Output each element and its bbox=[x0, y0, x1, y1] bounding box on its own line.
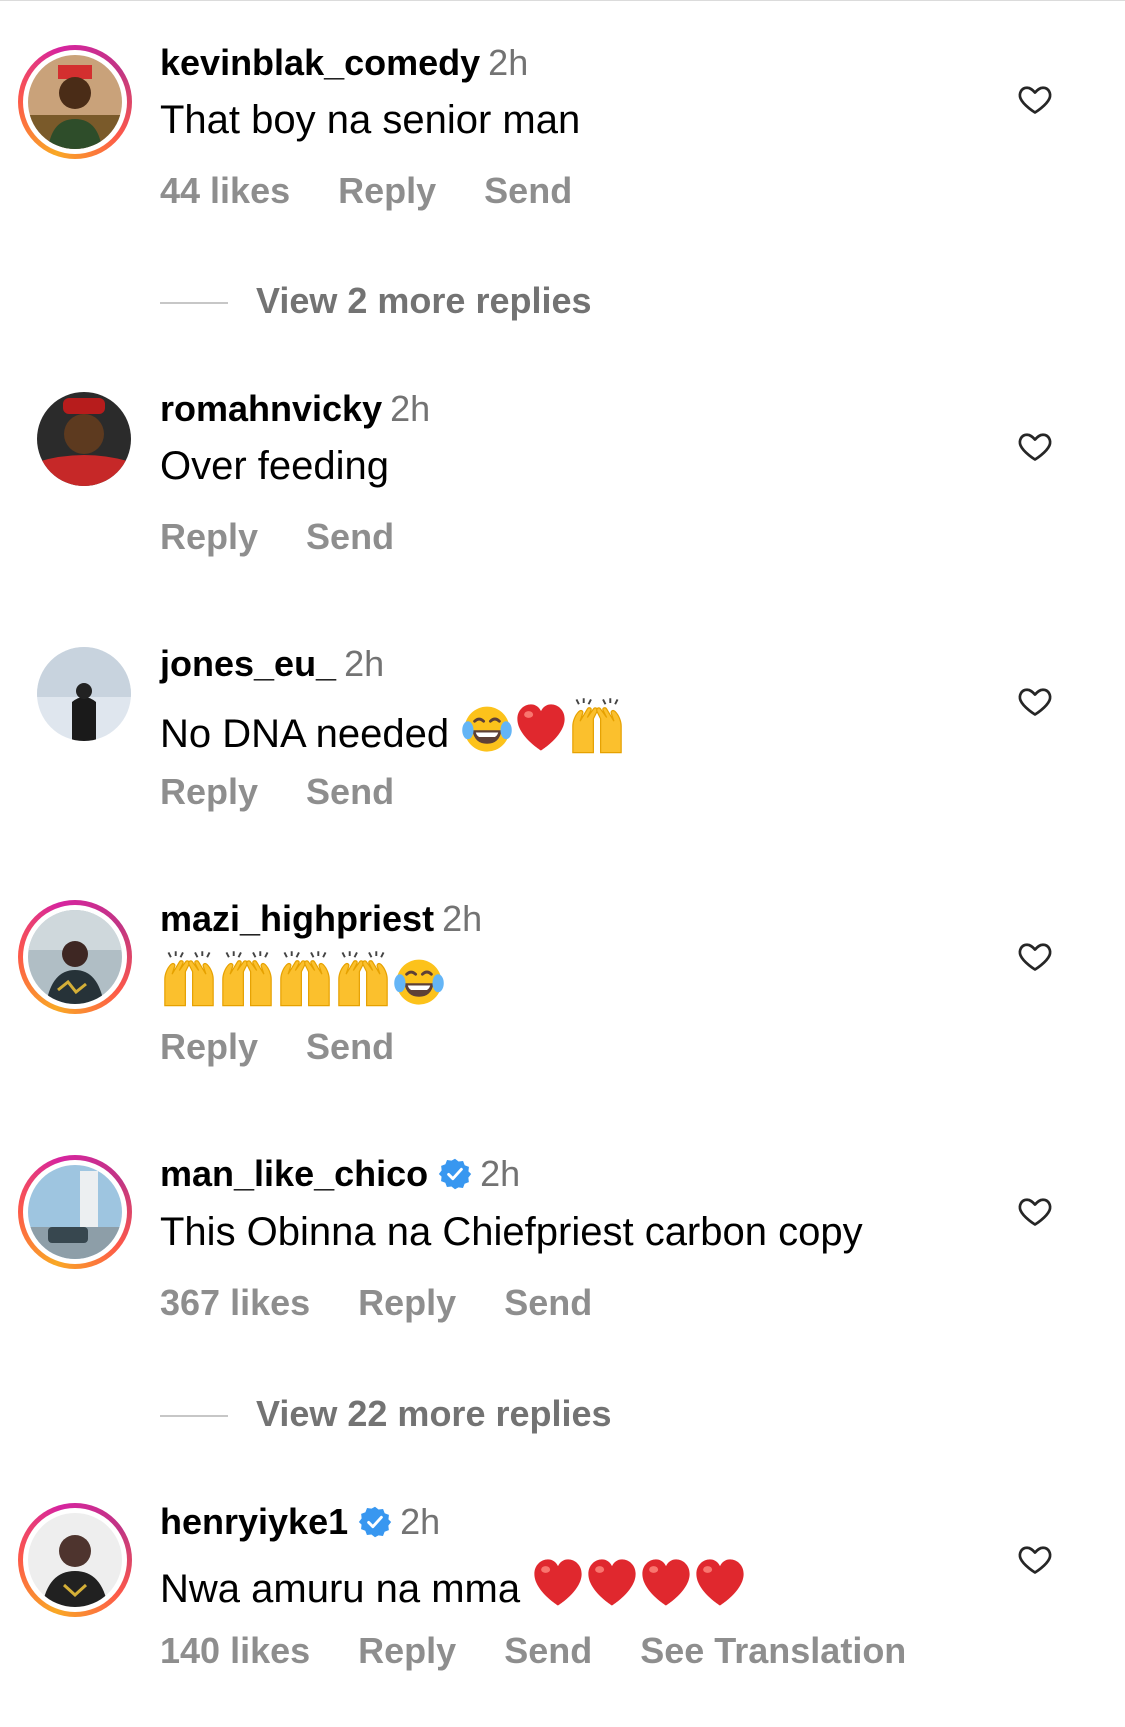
raised-hands-emoji-icon bbox=[334, 950, 392, 1008]
avatar[interactable] bbox=[18, 900, 132, 1014]
heart-icon[interactable] bbox=[1016, 81, 1054, 117]
send-button[interactable]: Send bbox=[306, 516, 394, 557]
avatar[interactable] bbox=[18, 1503, 132, 1617]
send-button[interactable]: Send bbox=[306, 771, 394, 812]
raised-hands-emoji-icon bbox=[218, 950, 276, 1008]
timestamp: 2h bbox=[480, 1153, 521, 1194]
timestamp: 2h bbox=[442, 898, 483, 939]
reply-button[interactable]: Reply bbox=[358, 1282, 456, 1323]
username[interactable]: romahnvicky bbox=[160, 388, 382, 429]
avatar[interactable] bbox=[18, 1155, 132, 1269]
comment-text: This Obinna na Chiefpriest carbon copy bbox=[160, 1210, 863, 1254]
comment-text: That boy na senior man bbox=[160, 98, 581, 142]
view-more-replies[interactable]: View 2 more replies bbox=[160, 280, 592, 322]
red-heart-emoji-icon bbox=[639, 1556, 693, 1610]
red-heart-emoji-icon bbox=[585, 1556, 639, 1610]
red-heart-emoji-icon bbox=[514, 701, 568, 755]
view-more-replies[interactable]: View 22 more replies bbox=[160, 1393, 612, 1435]
heart-icon[interactable] bbox=[1016, 1541, 1054, 1577]
comment-text-body: Nwa amuru na mma bbox=[160, 1567, 521, 1611]
comment-text: Over feeding bbox=[160, 444, 390, 488]
raised-hands-emoji-icon bbox=[160, 950, 218, 1008]
comment-text: No DNA needed bbox=[160, 697, 626, 758]
username[interactable]: kevinblak_comedy bbox=[160, 42, 480, 83]
timestamp: 2h bbox=[400, 1501, 441, 1542]
see-translation-button[interactable]: See Translation bbox=[640, 1630, 906, 1671]
likes-count[interactable]: 140 likes bbox=[160, 1630, 310, 1671]
timestamp: 2h bbox=[488, 42, 529, 83]
avatar[interactable] bbox=[18, 45, 132, 159]
reply-button[interactable]: Reply bbox=[160, 771, 258, 812]
raised-hands-emoji-icon bbox=[276, 950, 334, 1008]
username[interactable]: man_like_chico bbox=[160, 1153, 428, 1194]
top-divider bbox=[0, 0, 1125, 1]
comment-text: Nwa amuru na mma bbox=[160, 1556, 747, 1613]
username[interactable]: henryiyke1 bbox=[160, 1501, 348, 1542]
heart-icon[interactable] bbox=[1016, 1193, 1054, 1229]
reply-button[interactable]: Reply bbox=[358, 1630, 456, 1671]
avatar[interactable] bbox=[37, 392, 131, 486]
laughing-tears-emoji-icon bbox=[460, 701, 514, 755]
verified-badge-icon bbox=[358, 1505, 392, 1539]
reply-button[interactable]: Reply bbox=[160, 1026, 258, 1067]
reply-button[interactable]: Reply bbox=[160, 516, 258, 557]
comment-text bbox=[160, 950, 446, 1011]
red-heart-emoji-icon bbox=[531, 1556, 585, 1610]
username[interactable]: jones_eu_ bbox=[160, 643, 336, 684]
send-button[interactable]: Send bbox=[504, 1630, 592, 1671]
avatar[interactable] bbox=[37, 647, 131, 741]
heart-icon[interactable] bbox=[1016, 683, 1054, 719]
send-button[interactable]: Send bbox=[306, 1026, 394, 1067]
verified-badge-icon bbox=[438, 1157, 472, 1191]
likes-count[interactable]: 44 likes bbox=[160, 170, 290, 211]
divider-line bbox=[160, 1415, 228, 1418]
view-more-label[interactable]: View 22 more replies bbox=[256, 1393, 612, 1434]
likes-count[interactable]: 367 likes bbox=[160, 1282, 310, 1323]
timestamp: 2h bbox=[344, 643, 385, 684]
send-button[interactable]: Send bbox=[484, 170, 572, 211]
heart-icon[interactable] bbox=[1016, 428, 1054, 464]
view-more-label[interactable]: View 2 more replies bbox=[256, 280, 592, 321]
send-button[interactable]: Send bbox=[504, 1282, 592, 1323]
red-heart-emoji-icon bbox=[693, 1556, 747, 1610]
raised-hands-emoji-icon bbox=[568, 697, 626, 755]
laughing-tears-emoji-icon bbox=[392, 954, 446, 1008]
heart-icon[interactable] bbox=[1016, 938, 1054, 974]
comment-text-body: No DNA needed bbox=[160, 712, 450, 756]
reply-button[interactable]: Reply bbox=[338, 170, 436, 211]
timestamp: 2h bbox=[390, 388, 431, 429]
username[interactable]: mazi_highpriest bbox=[160, 898, 434, 939]
divider-line bbox=[160, 302, 228, 305]
